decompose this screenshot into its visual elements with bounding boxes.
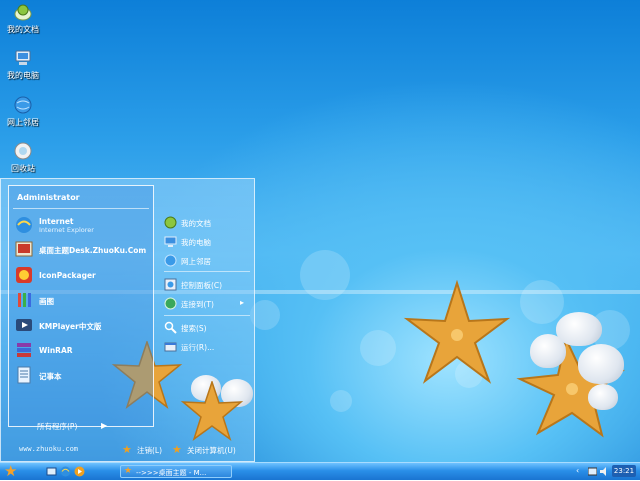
notepad-icon xyxy=(17,366,31,384)
run-icon xyxy=(164,342,177,352)
iconpackager-icon xyxy=(16,267,32,283)
theme-icon xyxy=(15,241,33,257)
seashell xyxy=(530,334,566,368)
seashell xyxy=(588,384,618,410)
star-icon: ★ xyxy=(122,443,132,456)
volume-icon[interactable] xyxy=(600,467,609,476)
show-desktop-icon[interactable] xyxy=(46,466,57,477)
documents-icon xyxy=(164,216,177,229)
taskbar-window-button[interactable]: ★ -->>>桌面主题 - M... xyxy=(120,465,232,478)
paint-icon xyxy=(18,293,31,307)
documents-icon xyxy=(14,4,32,21)
search-icon xyxy=(164,321,177,334)
program-notepad[interactable]: 记事本 xyxy=(15,364,151,386)
seashell xyxy=(578,344,624,384)
clock[interactable]: 23:21 xyxy=(612,465,636,477)
menu-item-control-panel[interactable]: 控制面板(C) xyxy=(164,277,252,293)
user-name: Administrator xyxy=(17,193,80,202)
chevron-left-icon[interactable]: ‹ xyxy=(576,466,585,475)
desktop-icon-network[interactable]: 网上邻居 xyxy=(2,95,44,128)
program-paint[interactable]: 画图 xyxy=(15,289,151,311)
divider xyxy=(164,271,250,272)
connect-icon xyxy=(164,297,177,310)
recycle-bin-icon xyxy=(14,142,32,160)
start-menu: Administrator Internet Internet Explorer… xyxy=(0,178,255,462)
program-desktop-theme[interactable]: 桌面主题Desk.ZhuoKu.Com xyxy=(15,238,151,260)
all-programs-button[interactable]: 所有程序(P) xyxy=(37,421,77,432)
media-player-icon[interactable] xyxy=(74,466,85,477)
arrow-right-icon: ▶ xyxy=(101,421,108,430)
taskbar: ★ ★ -->>>桌面主题 - M... ‹ 23:21 xyxy=(0,462,640,480)
website-link: www.zhuoku.com xyxy=(19,445,79,453)
network-status-icon[interactable] xyxy=(588,467,597,476)
program-internet-explorer[interactable]: Internet Internet Explorer xyxy=(15,214,151,236)
kmplayer-icon xyxy=(16,319,32,331)
menu-item-connect-to[interactable]: 连接到(T) ▸ xyxy=(164,296,252,312)
desktop: 我的文档 我的电脑 网上邻居 回收站 Administrator Interne… xyxy=(0,0,640,462)
starfish-menu-decoration xyxy=(180,381,244,441)
desktop-icon-my-computer[interactable]: 我的电脑 xyxy=(2,48,44,81)
menu-item-my-computer[interactable]: 我的电脑 xyxy=(164,234,252,250)
divider xyxy=(13,208,149,209)
computer-icon xyxy=(15,50,31,65)
internet-explorer-icon[interactable] xyxy=(60,466,71,477)
program-winrar[interactable]: WinRAR xyxy=(15,339,151,361)
network-icon xyxy=(14,96,32,114)
divider xyxy=(164,315,250,316)
desktop-icon-recycle-bin[interactable]: 回收站 xyxy=(2,141,44,174)
computer-icon xyxy=(164,236,177,247)
winrar-icon xyxy=(17,343,31,357)
star-icon: ★ xyxy=(172,443,182,456)
start-button[interactable]: ★ xyxy=(4,463,24,481)
menu-item-my-documents[interactable]: 我的文档 xyxy=(164,215,252,231)
menu-item-run[interactable]: 运行(R)... xyxy=(164,339,252,355)
menu-item-network[interactable]: 网上邻居 xyxy=(164,253,252,269)
start-menu-programs-pane: Administrator Internet Internet Explorer… xyxy=(8,185,154,427)
internet-explorer-icon xyxy=(16,217,32,233)
desktop-icon-my-documents[interactable]: 我的文档 xyxy=(2,2,44,35)
program-kmplayer[interactable]: KMPlayer中文版 xyxy=(15,314,151,336)
menu-item-search[interactable]: 搜索(S) xyxy=(164,320,252,336)
program-iconpackager[interactable]: IconPackager xyxy=(15,264,151,286)
arrow-right-icon: ▸ xyxy=(240,298,245,307)
starfish-wallpaper-large xyxy=(403,280,511,384)
star-icon: ★ xyxy=(124,466,133,476)
network-icon xyxy=(164,254,177,267)
control-panel-icon xyxy=(164,278,177,291)
